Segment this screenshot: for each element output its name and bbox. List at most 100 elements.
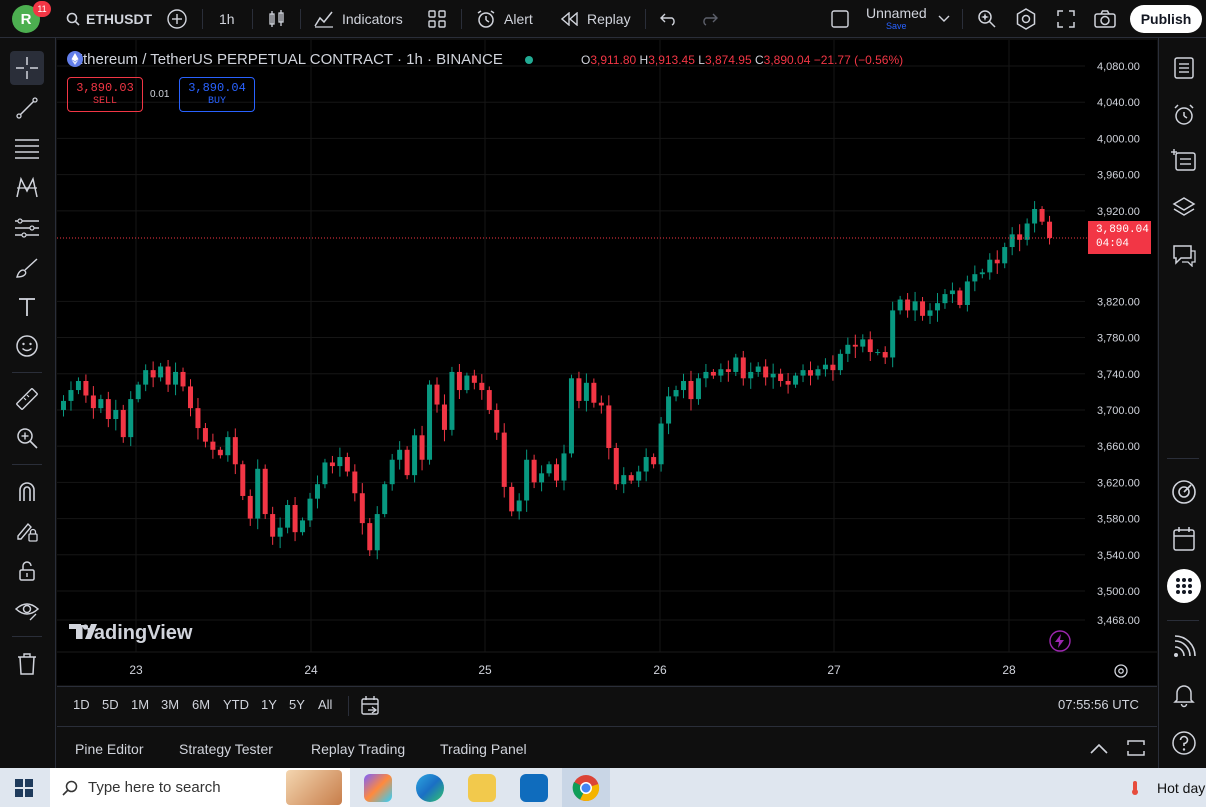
chart-title[interactable]: Ethereum / TetherUS PERPETUAL CONTRACT ·… xyxy=(73,51,503,68)
sell-button[interactable]: 3,890.03 SELL xyxy=(67,77,143,112)
candle-body xyxy=(449,371,455,430)
candle-body xyxy=(531,459,537,483)
lock-all-tool[interactable] xyxy=(10,554,44,588)
edge-browser-icon[interactable] xyxy=(416,774,444,802)
candle-body xyxy=(382,484,388,515)
range-all[interactable]: All xyxy=(318,697,332,712)
layout-checkbox[interactable] xyxy=(830,0,850,38)
axis-settings-icon[interactable] xyxy=(1113,663,1129,679)
remove-drawings-tool[interactable] xyxy=(10,647,44,681)
candle-body xyxy=(882,352,888,358)
range-6m[interactable]: 6M xyxy=(192,697,210,712)
tab-replay-trading[interactable]: Replay Trading xyxy=(311,741,405,757)
range-3m[interactable]: 3M xyxy=(161,697,179,712)
candle-body xyxy=(643,457,649,472)
chart-pane[interactable]: 4,080.00 4,040.00 4,000.00 3,960.00 3,920.00… xyxy=(57,40,1157,685)
weather-text[interactable]: Hot day xyxy=(1157,780,1205,796)
range-5y[interactable]: 5Y xyxy=(289,697,305,712)
templates-button[interactable] xyxy=(427,0,447,38)
emoji-tool[interactable] xyxy=(10,329,44,363)
candle-body xyxy=(255,468,261,519)
crosshair-tool[interactable] xyxy=(10,51,44,85)
chart-type-button[interactable] xyxy=(268,0,286,38)
candle-body xyxy=(158,366,164,378)
buy-button[interactable]: 3,890.04 BUY xyxy=(179,77,255,112)
pattern-tool[interactable] xyxy=(10,171,44,205)
fib-tool[interactable] xyxy=(10,131,44,165)
ideas-button[interactable] xyxy=(1167,475,1201,509)
text-tool[interactable] xyxy=(10,290,44,324)
layers-button[interactable] xyxy=(1167,190,1201,224)
copilot-icon[interactable] xyxy=(364,774,392,802)
layout-save-label[interactable]: Save xyxy=(886,21,907,31)
utc-clock[interactable]: 07:55:56 UTC xyxy=(1058,697,1139,712)
tab-trading-panel[interactable]: Trading Panel xyxy=(440,741,527,757)
go-to-date-icon[interactable] xyxy=(360,695,382,717)
file-explorer-icon[interactable] xyxy=(468,774,496,802)
range-1m[interactable]: 1M xyxy=(131,697,149,712)
alert-button[interactable]: Alert xyxy=(476,0,533,38)
fullscreen-button[interactable] xyxy=(1056,0,1076,38)
tab-pine-editor[interactable]: Pine Editor xyxy=(75,741,143,757)
indicators-button[interactable]: Indicators xyxy=(314,0,403,38)
symbol-label: ETHUSDT xyxy=(86,11,153,27)
settings-button[interactable] xyxy=(1015,0,1037,38)
chevron-up-icon[interactable] xyxy=(1089,741,1109,755)
range-1y[interactable]: 1Y xyxy=(261,697,277,712)
taskbar-search[interactable]: Type here to search xyxy=(50,768,350,807)
lightning-icon[interactable] xyxy=(1048,629,1072,653)
candle-body xyxy=(837,353,843,371)
candle-body xyxy=(277,527,283,537)
measure-tool[interactable] xyxy=(10,382,44,416)
candle-body xyxy=(471,375,477,383)
quick-search-button[interactable] xyxy=(976,0,998,38)
object-tree-button[interactable] xyxy=(1167,143,1201,177)
alerts-panel-button[interactable] xyxy=(1167,98,1201,132)
help-button[interactable] xyxy=(1167,726,1201,760)
windows-start-icon[interactable] xyxy=(15,779,33,797)
lock-drawings-tool[interactable] xyxy=(10,514,44,548)
brush-tool[interactable] xyxy=(10,251,44,285)
prediction-tool[interactable] xyxy=(10,211,44,245)
hide-drawings-tool[interactable] xyxy=(10,593,44,627)
notifications-button[interactable] xyxy=(1167,678,1201,712)
calendar-button[interactable] xyxy=(1167,522,1201,556)
interval-button[interactable]: 1h xyxy=(219,0,235,38)
candlestick-chart[interactable]: 4,080.00 4,040.00 4,000.00 3,960.00 3,920.00… xyxy=(57,40,1157,685)
candle-body xyxy=(61,400,66,410)
date-range-bar: 1D 5D 1M 3M 6M YTD 1Y 5Y All 07:55:56 UT… xyxy=(57,686,1157,724)
range-ytd[interactable]: YTD xyxy=(223,697,249,712)
zoom-in-tool[interactable] xyxy=(10,421,44,455)
low-value: 3,874.95 xyxy=(704,53,752,67)
tab-strategy-tester[interactable]: Strategy Tester xyxy=(179,741,273,757)
candle-body xyxy=(285,505,291,528)
range-1d[interactable]: 1D xyxy=(73,697,90,712)
watchlist-button[interactable] xyxy=(1167,51,1201,85)
trend-line-tool[interactable] xyxy=(10,91,44,125)
chrome-taskbar-item[interactable] xyxy=(562,768,610,807)
undo-button[interactable] xyxy=(660,0,678,38)
magnet-tool[interactable] xyxy=(10,475,44,509)
tradingview-watermark: TradingView xyxy=(69,622,192,645)
apps-button[interactable] xyxy=(1167,569,1201,603)
candle-body xyxy=(636,471,642,481)
redo-button[interactable] xyxy=(700,0,718,38)
bottom-panel: Pine Editor Strategy Tester Replay Tradi… xyxy=(57,726,1157,768)
chats-button[interactable] xyxy=(1167,238,1201,272)
candle-body xyxy=(83,381,89,396)
outlook-icon[interactable] xyxy=(520,774,548,802)
layout-menu-button[interactable] xyxy=(938,0,950,38)
maximize-panel-icon[interactable] xyxy=(1126,739,1146,757)
snapshot-button[interactable] xyxy=(1093,0,1117,38)
candle-body xyxy=(621,475,627,485)
candle-body xyxy=(120,409,126,438)
candle-body xyxy=(262,468,268,515)
replay-button[interactable]: Replay xyxy=(561,0,631,38)
streams-button[interactable] xyxy=(1167,630,1201,664)
symbol-search-button[interactable]: ETHUSDT xyxy=(66,0,152,38)
compare-symbol-button[interactable] xyxy=(166,0,188,38)
layout-name[interactable]: Unnamed xyxy=(866,5,927,21)
range-5d[interactable]: 5D xyxy=(102,697,119,712)
publish-button[interactable]: Publish xyxy=(1130,5,1202,33)
candle-body xyxy=(1002,247,1008,264)
